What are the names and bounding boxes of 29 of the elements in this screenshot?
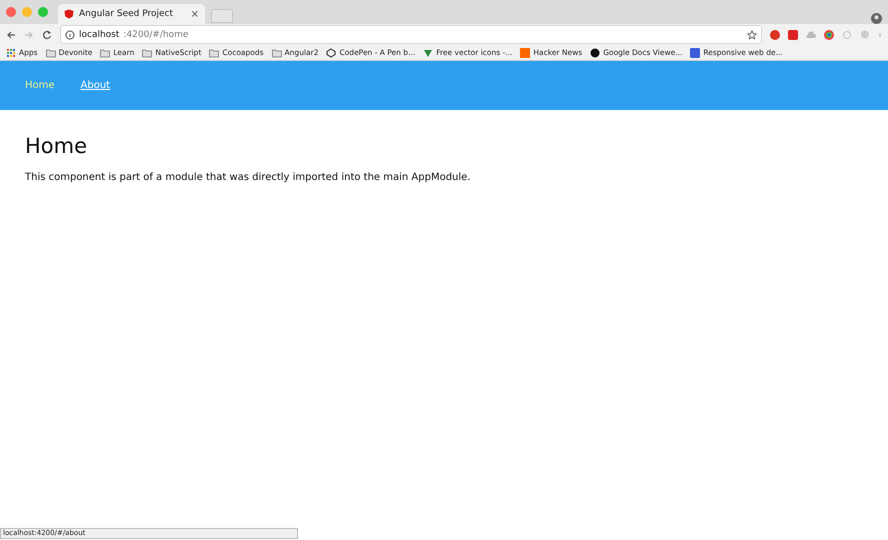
info-icon — [65, 30, 75, 40]
folder-icon[interactable] — [100, 48, 110, 58]
url-host: localhost — [79, 30, 120, 40]
page-heading: Home — [25, 134, 88, 158]
folder-icon[interactable] — [272, 48, 282, 58]
vector-icon[interactable] — [423, 48, 434, 58]
page-text: This component is part of a module that was directly imported into the main AppModule. — [25, 172, 472, 183]
browser-tab[interactable]: Angular Seed Project × — [58, 4, 205, 24]
folder-icon[interactable] — [209, 48, 220, 58]
tab-close-button[interactable]: × — [190, 8, 199, 20]
back-icon[interactable] — [6, 30, 16, 40]
w-square-icon[interactable] — [690, 48, 700, 58]
reload-icon[interactable] — [42, 30, 52, 40]
folder-icon[interactable] — [142, 48, 152, 58]
shield-icon — [64, 9, 74, 19]
cloud-icon[interactable] — [806, 30, 816, 40]
url-path: :4200/#/home — [123, 30, 190, 40]
star-icon[interactable] — [747, 30, 757, 40]
address-bar[interactable]: localhost :4200/#/home — [60, 25, 762, 44]
folder-icon[interactable] — [46, 48, 56, 58]
forward-icon[interactable] — [24, 30, 34, 40]
y-square-icon[interactable] — [520, 48, 530, 58]
apps-grid-icon[interactable] — [6, 48, 16, 58]
close-light[interactable] — [6, 7, 16, 17]
cube-icon[interactable] — [326, 48, 336, 58]
color-wheel-icon[interactable] — [824, 30, 834, 40]
extension-badge-icon[interactable] — [788, 30, 798, 40]
profile-icon[interactable] — [871, 13, 882, 24]
zoom-light[interactable] — [38, 7, 48, 17]
